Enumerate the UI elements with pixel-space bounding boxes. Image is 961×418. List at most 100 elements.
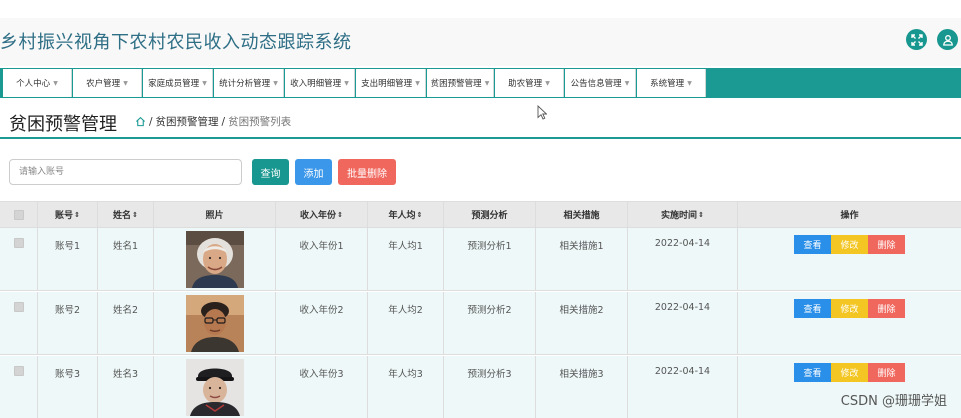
header-select-all[interactable] — [0, 202, 38, 227]
view-button[interactable]: 查看 — [794, 235, 831, 254]
cell-per-capita: 年人均2 — [368, 292, 444, 354]
nav-item-income-details[interactable]: 收入明细管理 ▼ — [285, 69, 355, 97]
nav-item-statistics[interactable]: 统计分析管理 ▼ — [214, 69, 284, 97]
cell-operations: 查看 修改 删除 — [738, 292, 961, 354]
edit-button[interactable]: 修改 — [831, 363, 868, 382]
cell-income-year: 收入年份3 — [276, 356, 368, 418]
query-button[interactable]: 查询 — [252, 159, 289, 185]
breadcrumb-separator: / — [149, 115, 153, 128]
sort-icon[interactable]: ⇕ — [132, 211, 138, 219]
photo-woman-in-cap — [185, 359, 244, 416]
header-name[interactable]: 姓名 ⇕ — [98, 202, 154, 227]
breadcrumb-item-module[interactable]: 贫困预警管理 — [156, 114, 219, 129]
cell-photo — [154, 356, 276, 418]
app-root: 乡村振兴视角下农村农民收入动态跟踪系统 个人中心 ▼ 农户管理 ▼ 家庭成员管理 ▼ … — [0, 0, 961, 418]
cell-forecast: 预测分析3 — [444, 356, 536, 418]
chevron-down-icon: ▼ — [273, 79, 278, 87]
home-icon[interactable] — [135, 116, 146, 127]
watermark: CSDN @珊珊学姐 — [840, 394, 947, 409]
chevron-down-icon: ▼ — [545, 79, 550, 87]
view-button[interactable]: 查看 — [794, 363, 831, 382]
table-row: 账号1 姓名1 收入年份1 年人均1 预测分析1 相关措施1 2022-04-1… — [0, 228, 961, 291]
nav-item-farmer-assistance[interactable]: 助农管理 ▼ — [495, 69, 564, 97]
edit-button[interactable]: 修改 — [831, 235, 868, 254]
photo-elderly-woman — [185, 231, 244, 288]
row-checkbox[interactable] — [13, 366, 24, 376]
header-income-year[interactable]: 收入年份 ⇕ — [276, 202, 368, 227]
sort-icon[interactable]: ⇕ — [698, 211, 704, 219]
cell-photo — [154, 292, 276, 354]
cell-per-capita: 年人均1 — [368, 228, 444, 290]
row-checkbox[interactable] — [13, 302, 24, 312]
row-select-cell[interactable] — [0, 292, 38, 354]
nav-item-label: 公告信息管理 — [570, 79, 622, 89]
table-header-row: 账号 ⇕ 姓名 ⇕ 照片 收入年份 ⇕ 年人均 ⇕ 预测分析 相关措施 实施时间 ⇕ 操作 — [0, 201, 961, 228]
cell-implementation-time: 2022-04-14 — [628, 356, 738, 418]
cell-implementation-time: 2022-04-14 — [628, 228, 738, 290]
header-label: 年人均 — [388, 211, 416, 221]
chevron-down-icon: ▼ — [123, 79, 128, 87]
header-label: 预测分析 — [471, 211, 508, 221]
row-select-cell[interactable] — [0, 228, 38, 290]
edit-button[interactable]: 修改 — [831, 299, 868, 318]
nav-item-label: 农户管理 — [86, 79, 121, 89]
nav-item-farmer[interactable]: 农户管理 ▼ — [73, 69, 142, 97]
header-operations: 操作 — [738, 202, 961, 227]
row-checkbox[interactable] — [13, 238, 24, 248]
nav-item-announcements[interactable]: 公告信息管理 ▼ — [565, 69, 636, 97]
chevron-down-icon: ▼ — [202, 79, 207, 87]
breadcrumb-separator: / — [221, 115, 226, 128]
header-photo: 照片 — [154, 202, 276, 227]
nav-item-label: 贫困预警管理 — [430, 79, 482, 89]
nav-item-family-members[interactable]: 家庭成员管理 ▼ — [143, 69, 213, 97]
chevron-down-icon: ▼ — [624, 79, 630, 87]
header-label: 账号 — [55, 211, 74, 221]
batch-delete-button[interactable]: 批量删除 — [338, 159, 396, 185]
cell-account: 账号1 — [38, 228, 98, 290]
header-per-capita[interactable]: 年人均 ⇕ — [368, 202, 444, 227]
fullscreen-icon[interactable] — [906, 29, 927, 50]
select-all-checkbox[interactable] — [13, 209, 24, 220]
main-nav: 个人中心 ▼ 农户管理 ▼ 家庭成员管理 ▼ 统计分析管理 ▼ 收入明细管理 ▼ 支出明细… — [0, 68, 961, 98]
cell-name: 姓名3 — [98, 356, 154, 418]
nav-item-label: 助农管理 — [508, 79, 543, 89]
nav-item-system[interactable]: 系统管理 ▼ — [637, 69, 706, 97]
view-button[interactable]: 查看 — [794, 299, 831, 318]
table-row: 账号2 姓名2 收入年份2 年人均2 预测分析2 相关措施2 2022-04-1… — [0, 292, 961, 355]
account-search-input[interactable] — [9, 159, 242, 185]
user-icon[interactable] — [937, 29, 958, 50]
delete-button[interactable]: 删除 — [868, 363, 905, 382]
sort-icon[interactable]: ⇕ — [337, 211, 343, 219]
page-heading: 贫困预警管理 / 贫困预警管理 / 贫困预警列表 — [0, 98, 961, 139]
cell-forecast: 预测分析1 — [444, 228, 536, 290]
header-label: 相关措施 — [563, 211, 600, 221]
row-select-cell[interactable] — [0, 356, 38, 418]
photo-man-with-glasses — [185, 295, 244, 352]
delete-button[interactable]: 删除 — [868, 299, 905, 318]
nav-item-label: 家庭成员管理 — [148, 79, 200, 89]
delete-button[interactable]: 删除 — [868, 235, 905, 254]
sort-icon[interactable]: ⇕ — [74, 211, 80, 219]
cell-income-year: 收入年份1 — [276, 228, 368, 290]
chevron-down-icon: ▼ — [484, 79, 490, 87]
cell-income-year: 收入年份2 — [276, 292, 368, 354]
nav-item-label: 个人中心 — [16, 79, 51, 89]
nav-item-label: 系统管理 — [650, 79, 685, 89]
header-label: 照片 — [205, 211, 224, 221]
header-account[interactable]: 账号 ⇕ — [38, 202, 98, 227]
nav-item-expense-details[interactable]: 支出明细管理 ▼ — [356, 69, 426, 97]
cell-name: 姓名2 — [98, 292, 154, 354]
sort-icon[interactable]: ⇕ — [417, 211, 423, 219]
cell-implementation-time: 2022-04-14 — [628, 292, 738, 354]
add-button[interactable]: 添加 — [295, 159, 332, 185]
nav-item-poverty-warning[interactable]: 贫困预警管理 ▼ — [427, 69, 494, 97]
mouse-cursor-icon — [537, 105, 547, 120]
chevron-down-icon: ▼ — [415, 79, 420, 87]
cell-measures: 相关措施1 — [536, 228, 628, 290]
chevron-down-icon: ▼ — [687, 79, 692, 87]
header-implementation-time[interactable]: 实施时间 ⇕ — [628, 202, 738, 227]
cell-photo — [154, 228, 276, 290]
nav-item-personal-center[interactable]: 个人中心 ▼ — [3, 69, 72, 97]
cell-operations: 查看 修改 删除 — [738, 228, 961, 290]
header-label: 实施时间 — [661, 211, 698, 221]
